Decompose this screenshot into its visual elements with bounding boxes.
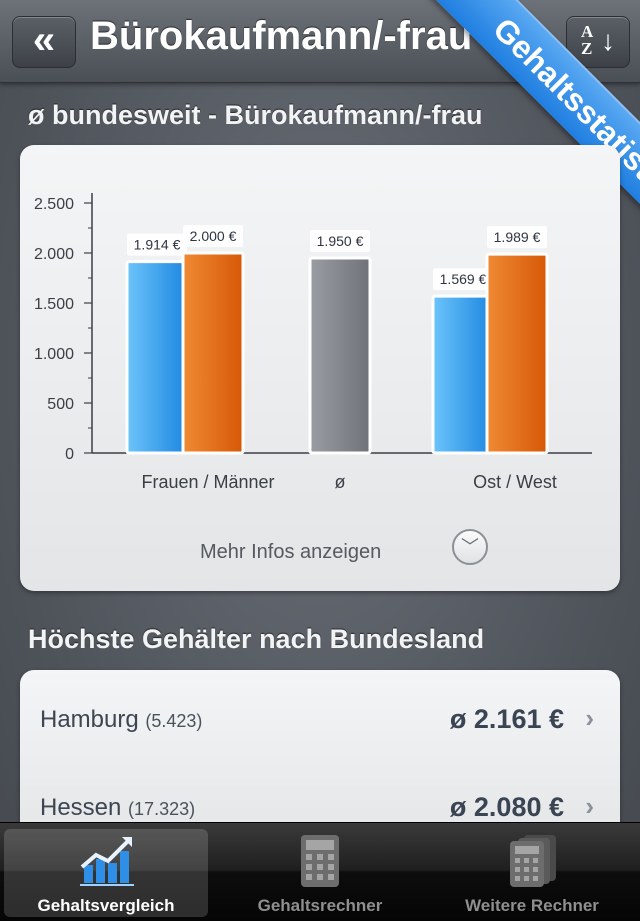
navigation-bar: « Bürokaufmann/-frau AZ ↓ — [0, 0, 640, 83]
bar-ø — [308, 256, 372, 455]
chart-section-heading: ø bundesweit - Bürokaufmann/-frau — [28, 100, 483, 130]
bar-value-label: 2.000 € — [190, 228, 237, 244]
tab-gehaltsrechner[interactable]: Gehaltsrechner — [218, 829, 422, 917]
y-tick-label: 1.500 — [34, 296, 74, 313]
x-category-label: ø — [335, 472, 346, 492]
back-button[interactable]: « — [12, 16, 76, 68]
bar-west — [485, 252, 549, 455]
chevron-down-icon[interactable]: ﹀ — [452, 529, 488, 565]
bar-value-label: 1.950 € — [317, 233, 364, 249]
y-tick-label: 2.500 — [34, 196, 74, 213]
bar-value-label: 1.569 € — [440, 271, 487, 287]
x-category-label: Ost / West — [473, 472, 557, 492]
tab-label: Gehaltsvergleich — [37, 896, 175, 915]
bar-value-label: 1.914 € — [134, 237, 181, 253]
tab-gehaltsvergleich[interactable]: Gehaltsvergleich — [4, 829, 208, 917]
arrow-down-icon: ↓ — [601, 25, 615, 56]
tab-label: Gehaltsrechner — [257, 896, 383, 915]
tab-weitere-rechner[interactable]: Weitere Rechner — [430, 829, 634, 917]
bar-value-label: 1.989 € — [494, 229, 541, 245]
y-tick-label: 0 — [65, 446, 74, 463]
salary-bar-chart: 0 500 1.000 1.500 2.000 2.500 1.914 € 2.000 € 1.… — [34, 193, 592, 492]
state-name: Hamburg (5.423) — [40, 706, 203, 733]
entry-count: (5.423) — [145, 711, 203, 731]
state-name: Hessen (17.323) — [40, 794, 196, 821]
calculators-stack-icon — [430, 833, 634, 887]
chart-trend-icon — [4, 833, 208, 886]
page-title: Bürokaufmann/-frau — [90, 14, 473, 58]
states-section-heading: Höchste Gehälter nach Bundesland — [28, 624, 485, 654]
entry-count: (17.323) — [128, 799, 196, 819]
sort-az-icon: AZ — [581, 22, 594, 58]
calculator-icon — [218, 833, 422, 887]
bar-frauen — [125, 260, 189, 455]
y-tick-label: 2.000 — [34, 246, 74, 263]
bar-männer — [181, 251, 245, 455]
y-tick-label: 500 — [47, 396, 74, 413]
average-salary: ø 2.161 € — [449, 704, 564, 734]
more-info-label: Mehr Infos anzeigen — [200, 541, 382, 563]
average-salary: ø 2.080 € — [449, 792, 564, 822]
chevron-right-icon: › — [585, 791, 594, 821]
salary-chart-card: 0 500 1.000 1.500 2.000 2.500 1.914 € 2.000 € 1.… — [20, 145, 620, 591]
tab-bar: Gehaltsvergleich Gehaltsrechner Weitere … — [0, 822, 640, 921]
list-item[interactable]: Hamburg (5.423) ø 2.161 € › — [20, 670, 620, 756]
sort-az-button[interactable]: AZ ↓ — [566, 16, 630, 68]
tab-label: Weitere Rechner — [465, 896, 599, 915]
chevron-right-icon: › — [585, 703, 594, 733]
x-category-label: Frauen / Männer — [141, 472, 274, 492]
y-tick-label: 1.000 — [34, 346, 74, 363]
bar-ost — [431, 294, 495, 455]
more-info-toggle[interactable]: Mehr Infos anzeigen ﹀ — [200, 529, 500, 575]
